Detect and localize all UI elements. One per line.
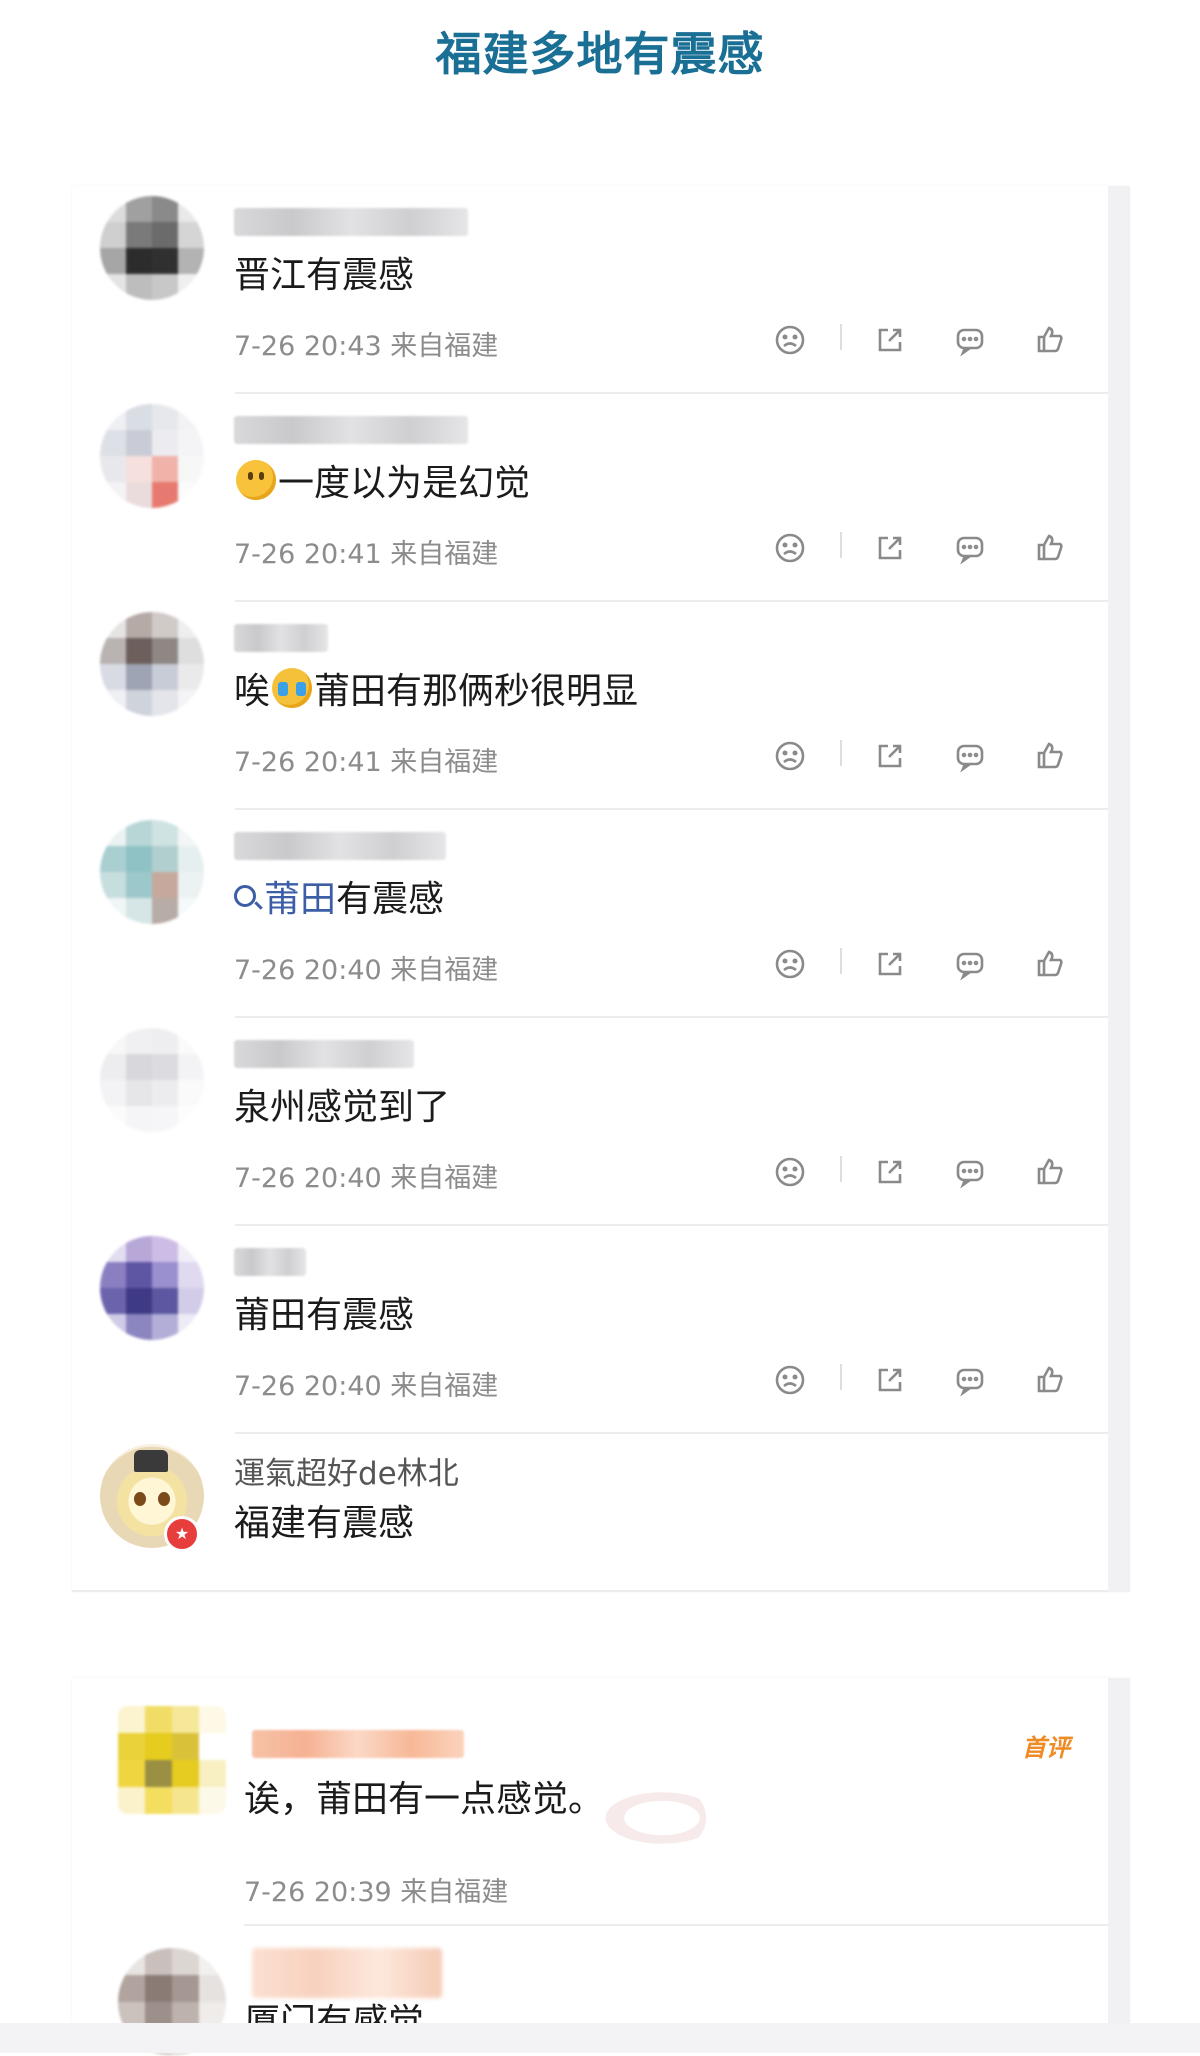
avatar[interactable] xyxy=(100,1028,204,1132)
search-icon xyxy=(234,885,256,907)
scrollbar[interactable] xyxy=(1108,186,1130,1592)
share-icon[interactable] xyxy=(870,528,910,568)
divider xyxy=(840,324,842,350)
avatar-hat xyxy=(134,1450,168,1472)
username[interactable]: 運氣超好de林北 xyxy=(234,1448,459,1493)
comment-text: 福建有震感 xyxy=(234,1503,415,1544)
divider xyxy=(244,1924,1130,1926)
username-blurred[interactable] xyxy=(234,416,468,444)
comment-item: ★ 運氣超好de林北 福建有震感 xyxy=(72,1434,1112,1592)
username-blurred[interactable] xyxy=(252,1730,464,1758)
comment-text: 厦门有感觉 xyxy=(244,2002,425,2023)
like-icon[interactable] xyxy=(1030,944,1070,984)
username-blurred[interactable] xyxy=(234,1248,306,1276)
dislike-icon[interactable] xyxy=(770,1152,810,1192)
smile-emoji-icon xyxy=(236,460,276,500)
comment-list-card: 晋江有震感 7-26 20:43 来自福建 一度以为是幻觉 7-26 20:41… xyxy=(72,186,1130,1592)
share-icon[interactable] xyxy=(870,320,910,360)
avatar[interactable] xyxy=(100,612,204,716)
sticker-decoration xyxy=(596,1788,706,1848)
avatar[interactable] xyxy=(118,1706,226,1814)
topic-link[interactable]: 莆田 xyxy=(264,870,336,922)
divider xyxy=(72,1590,1112,1592)
username-blurred[interactable] xyxy=(234,624,328,652)
comment-meta: 7-26 20:40 来自福建 xyxy=(234,1371,499,1402)
avatar[interactable] xyxy=(100,404,204,508)
scrollbar[interactable] xyxy=(1108,1678,1130,2023)
username-blurred[interactable] xyxy=(234,832,446,860)
comment-meta: 7-26 20:39 来自福建 xyxy=(244,1877,509,1908)
comment-text: 一度以为是幻觉 xyxy=(234,454,530,506)
share-icon[interactable] xyxy=(870,736,910,776)
username-blurred[interactable] xyxy=(234,1040,414,1068)
comment-icon[interactable] xyxy=(950,528,990,568)
comment-text: 唉莆田有那俩秒很明显 xyxy=(234,662,638,714)
first-comment-badge: 首评 xyxy=(1022,1734,1070,1762)
username-blurred[interactable] xyxy=(252,1948,442,1998)
bottom-bar xyxy=(0,2023,1200,2053)
comment-meta: 7-26 20:40 来自福建 xyxy=(234,1163,499,1194)
divider xyxy=(840,1364,842,1390)
cry-laugh-emoji-icon xyxy=(272,668,313,708)
divider xyxy=(840,740,842,766)
comment-item: 一度以为是幻觉 7-26 20:41 来自福建 xyxy=(72,394,1112,602)
share-icon[interactable] xyxy=(870,944,910,984)
like-icon[interactable] xyxy=(1030,1360,1070,1400)
dislike-icon[interactable] xyxy=(770,528,810,568)
like-icon[interactable] xyxy=(1030,528,1070,568)
divider xyxy=(840,1156,842,1182)
comment-text: 莆田有震感 xyxy=(234,870,444,922)
like-icon[interactable] xyxy=(1030,736,1070,776)
comment-item: 唉莆田有那俩秒很明显 7-26 20:41 来自福建 xyxy=(72,602,1112,810)
comment-icon[interactable] xyxy=(950,944,990,984)
comment-meta: 7-26 20:41 来自福建 xyxy=(234,539,499,570)
dislike-icon[interactable] xyxy=(770,944,810,984)
share-icon[interactable] xyxy=(870,1360,910,1400)
dislike-icon[interactable] xyxy=(770,736,810,776)
comment-icon[interactable] xyxy=(950,320,990,360)
comment-text: 泉州感觉到了 xyxy=(234,1087,451,1128)
avatar[interactable] xyxy=(100,196,204,300)
comment-icon[interactable] xyxy=(950,736,990,776)
username-blurred[interactable] xyxy=(234,208,468,236)
comment-meta: 7-26 20:41 来自福建 xyxy=(234,747,499,778)
comment-meta: 7-26 20:43 来自福建 xyxy=(234,331,499,362)
comment-list-card: 首评 诶，莆田有一点感觉。 7-26 20:39 来自福建 厦门有感觉 xyxy=(72,1678,1130,2056)
avatar-eye xyxy=(134,1492,146,1506)
like-icon[interactable] xyxy=(1030,320,1070,360)
divider xyxy=(840,948,842,974)
comment-text: 莆田有震感 xyxy=(234,1295,415,1336)
dislike-icon[interactable] xyxy=(770,320,810,360)
dislike-icon[interactable] xyxy=(770,1360,810,1400)
comment-icon[interactable] xyxy=(950,1152,990,1192)
comment-icon[interactable] xyxy=(950,1360,990,1400)
like-icon[interactable] xyxy=(1030,1152,1070,1192)
verified-badge-icon: ★ xyxy=(164,1516,200,1552)
share-icon[interactable] xyxy=(870,1152,910,1192)
comment-item: 莆田有震感 7-26 20:40 来自福建 xyxy=(72,810,1112,1018)
page-title: 福建多地有震感 xyxy=(435,27,765,81)
comment-text: 诶，莆田有一点感觉。 xyxy=(244,1779,605,1820)
comment-item: 莆田有震感 7-26 20:40 来自福建 xyxy=(72,1226,1112,1434)
comment-item: 晋江有震感 7-26 20:43 来自福建 xyxy=(72,186,1112,394)
avatar-eye xyxy=(158,1492,170,1506)
avatar[interactable] xyxy=(100,1236,204,1340)
comment-meta: 7-26 20:40 来自福建 xyxy=(234,955,499,986)
avatar[interactable] xyxy=(100,820,204,924)
divider xyxy=(840,532,842,558)
comment-item: 泉州感觉到了 7-26 20:40 来自福建 xyxy=(72,1018,1112,1226)
comment-text: 晋江有震感 xyxy=(234,255,415,296)
